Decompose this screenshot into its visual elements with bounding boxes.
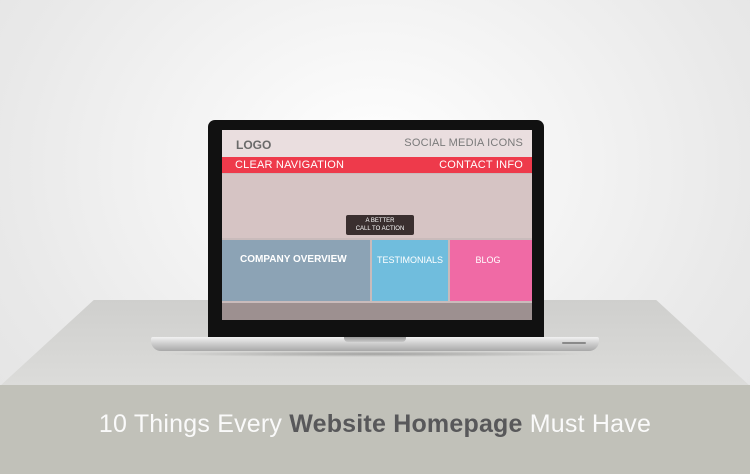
wireframe-logo[interactable]: LOGO: [236, 138, 271, 152]
cta-line-1: A BETTER: [365, 218, 395, 224]
wireframe-nav-bar: CLEAR NAVIGATION CONTACT INFO: [222, 157, 532, 173]
banner-stage: 10 Things Every Website Homepage Must Ha…: [0, 0, 750, 474]
cta-line-2: CALL TO ACTION: [355, 226, 405, 232]
laptop-indicator-light: [562, 342, 586, 344]
laptop-notch: [344, 337, 406, 342]
wireframe-footer: [222, 303, 532, 320]
wireframe-header: LOGO SOCIAL MEDIA ICONS: [222, 130, 532, 157]
wireframe-hero: A BETTER CALL TO ACTION: [222, 174, 532, 238]
wireframe-testimonials[interactable]: TESTIMONIALS: [372, 240, 448, 301]
call-to-action-button[interactable]: A BETTER CALL TO ACTION: [346, 215, 414, 235]
blog-label: BLOG: [475, 255, 501, 265]
wireframe-company-overview[interactable]: COMPANY OVERVIEW: [222, 240, 370, 301]
caption-prefix: 10 Things Every: [98, 410, 290, 438]
testimonials-label: TESTIMONIALS: [376, 255, 443, 265]
caption-suffix: Must Have: [522, 410, 652, 438]
wireframe-social-icons[interactable]: SOCIAL MEDIA ICONS: [404, 137, 523, 149]
wireframe-contact-info[interactable]: CONTACT INFO: [439, 159, 523, 171]
wireframe-navigation[interactable]: CLEAR NAVIGATION: [235, 159, 344, 171]
banner-caption: 10 Things Every Website Homepage Must Ha…: [0, 410, 750, 439]
laptop-shadow: [160, 351, 590, 357]
caption-bold: Website Homepage: [289, 410, 523, 438]
wireframe-blog[interactable]: BLOG: [450, 240, 532, 301]
company-overview-label: COMPANY OVERVIEW: [240, 254, 347, 265]
laptop-screen: LOGO SOCIAL MEDIA ICONS CLEAR NAVIGATION…: [222, 130, 532, 320]
